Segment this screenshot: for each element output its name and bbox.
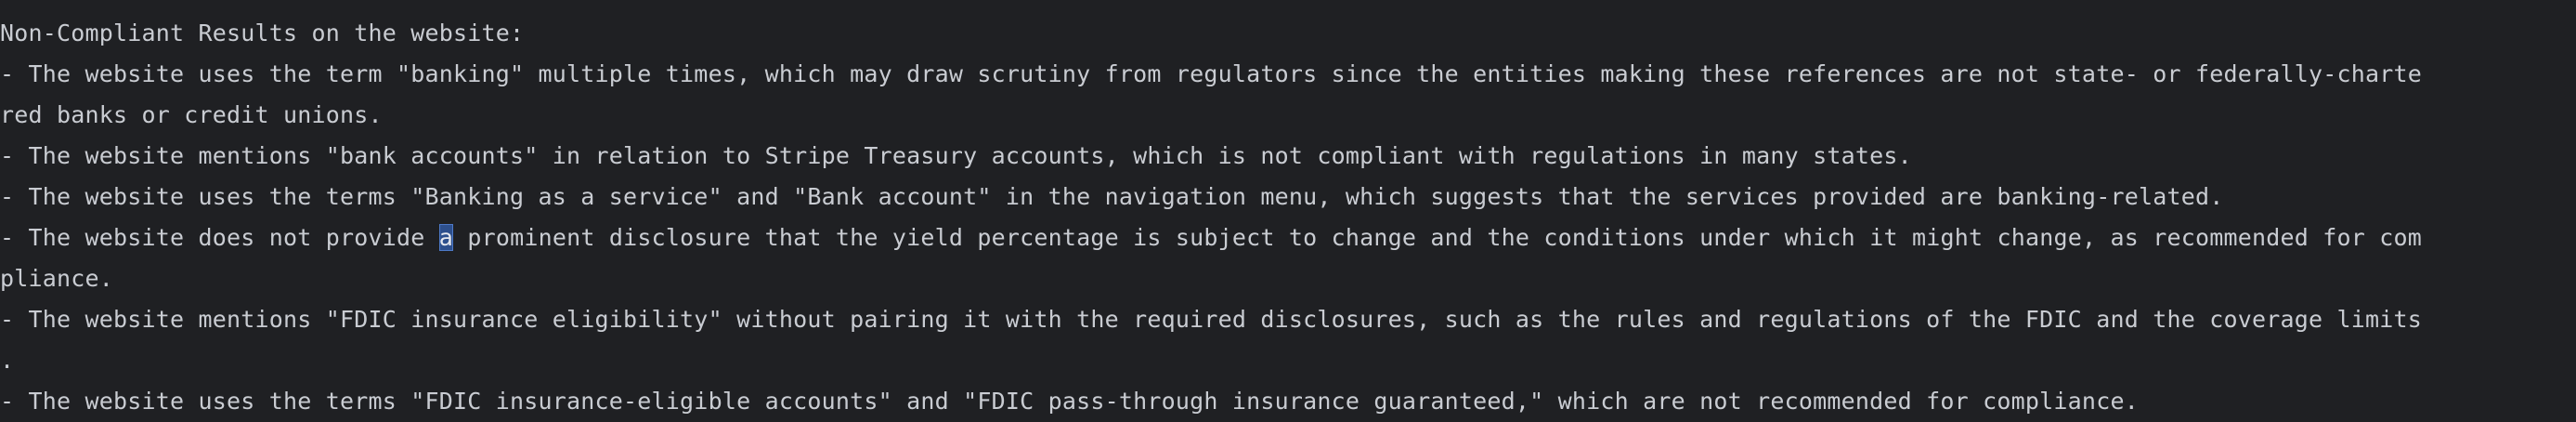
output-line: - The website mentions "bank accounts" i… (0, 142, 1912, 169)
output-line: - The website mentions "FDIC insurance e… (0, 306, 2422, 333)
text-cursor[interactable]: a (438, 224, 454, 251)
cursor-line-before: - The website does not provide (0, 224, 439, 251)
output-line: red banks or credit unions. (0, 101, 383, 128)
output-line: - The website uses the terms "Banking as… (0, 183, 2224, 210)
output-line: pliance. (0, 265, 114, 292)
output-line-heading: Non-Compliant Results on the website: (0, 20, 525, 46)
output-line: - The website uses the term "banking" mu… (0, 60, 2422, 87)
console-output[interactable]: Non-Compliant Results on the website: - … (0, 0, 2576, 422)
cursor-line-after: prominent disclosure that the yield perc… (453, 224, 2422, 251)
output-line: - The website uses the terms "FDIC insur… (0, 388, 2139, 415)
output-line-with-cursor: - The website does not provide a promine… (0, 218, 2576, 258)
output-line: . (0, 347, 15, 374)
